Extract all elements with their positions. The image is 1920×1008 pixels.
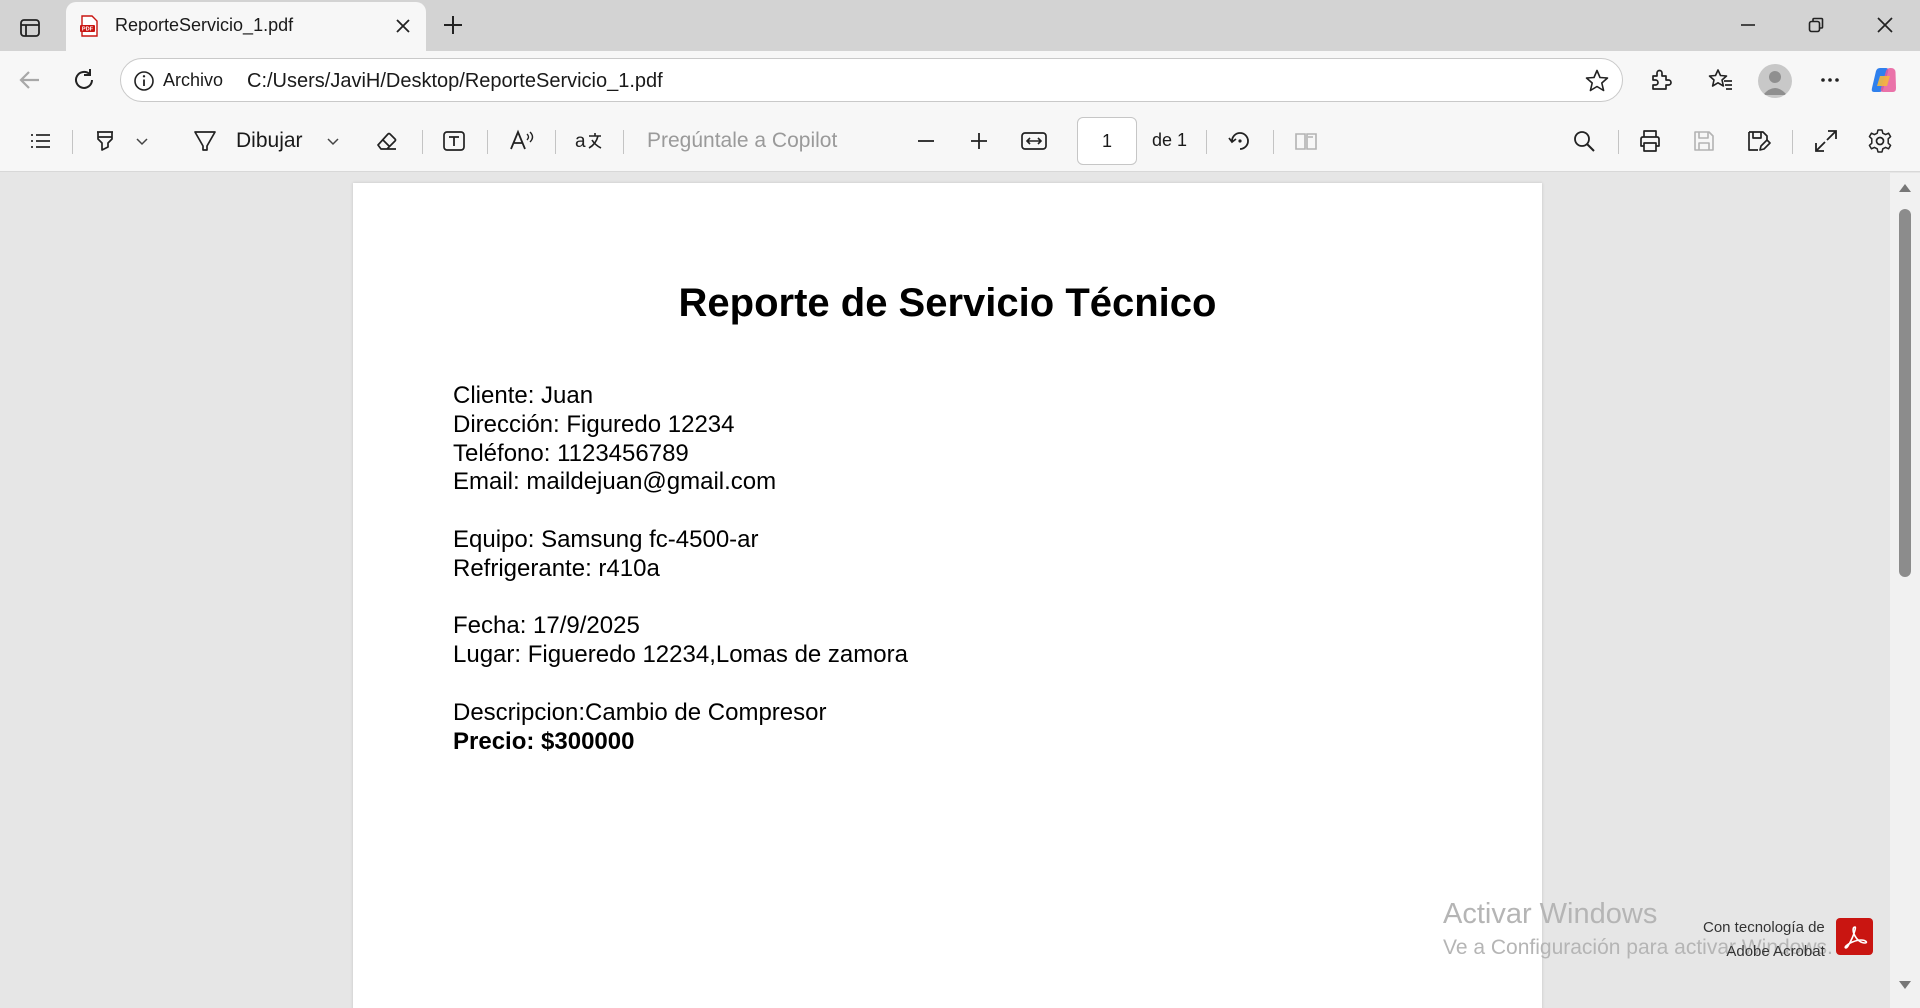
rotate-icon[interactable] [1222, 123, 1258, 159]
client-line: Cliente: Juan [453, 382, 594, 409]
zoom-out-icon[interactable] [908, 123, 944, 159]
settings-gear-icon[interactable] [1862, 123, 1898, 159]
copilot-ask-input[interactable]: Pregúntale a Copilot [647, 129, 837, 153]
eraser-icon[interactable] [370, 123, 404, 159]
tab-active[interactable]: PDF ReporteServicio_1.pdf [66, 2, 426, 51]
text-box-icon[interactable] [437, 123, 471, 159]
close-window-icon[interactable] [1850, 0, 1920, 50]
favorite-star-icon[interactable] [1584, 68, 1610, 94]
fit-width-icon[interactable] [1016, 123, 1052, 159]
scroll-up-arrow-icon[interactable] [1898, 183, 1912, 193]
scroll-down-arrow-icon[interactable] [1898, 980, 1912, 990]
draw-button-label[interactable]: Dibujar [236, 129, 303, 153]
save-as-icon[interactable] [1740, 123, 1776, 159]
powered-by-line-2: Adobe Acrobat [1726, 943, 1825, 960]
scrollbar-thumb[interactable] [1899, 209, 1911, 577]
toolbar-divider [1206, 130, 1207, 154]
highlight-icon[interactable] [88, 123, 122, 159]
phone-line: Teléfono: 1123456789 [453, 440, 689, 467]
vertical-scrollbar[interactable] [1890, 173, 1920, 1008]
pdf-page: Reporte de Servicio Técnico Cliente: Jua… [353, 183, 1542, 1008]
description-line: Descripcion:Cambio de Compresor [453, 699, 827, 726]
pdf-toolbar: Dibujar a Pregúntale a Copilot 1 de 1 [0, 110, 1920, 172]
copilot-icon[interactable] [1866, 62, 1902, 98]
toolbar-divider [422, 130, 423, 154]
page-view-icon[interactable] [1288, 123, 1324, 159]
restore-icon[interactable] [1781, 0, 1851, 50]
more-options-icon[interactable] [1812, 62, 1848, 98]
toolbar-divider [1273, 130, 1274, 154]
page-total-label: de 1 [1152, 130, 1188, 150]
refrigerant-line: Refrigerante: r410a [453, 555, 660, 582]
address-bar[interactable]: Archivo C:/Users/JaviH/Desktop/ReporteSe… [120, 58, 1623, 102]
search-icon[interactable] [1566, 123, 1602, 159]
navigation-bar: Archivo C:/Users/JaviH/Desktop/ReporteSe… [0, 51, 1920, 110]
minimize-icon[interactable] [1713, 0, 1783, 50]
price-line: Precio: $300000 [453, 728, 635, 755]
document-title: Reporte de Servicio Técnico [678, 281, 1217, 325]
pdf-file-icon: PDF [78, 15, 100, 37]
tab-title: ReporteServicio_1.pdf [115, 15, 294, 35]
toolbar-divider [72, 130, 73, 154]
tab-strip: PDF ReporteServicio_1.pdf [0, 0, 1920, 51]
tab-actions-icon[interactable] [14, 12, 46, 44]
draw-pen-icon[interactable] [188, 123, 222, 159]
close-tab-icon[interactable] [390, 13, 416, 39]
date-line: Fecha: 17/9/2025 [453, 612, 640, 639]
toolbar-divider [555, 130, 556, 154]
address-prefix: Archivo [163, 70, 224, 90]
print-icon[interactable] [1632, 123, 1668, 159]
fullscreen-icon[interactable] [1808, 123, 1844, 159]
toolbar-divider [1618, 130, 1619, 154]
document-viewport[interactable]: Reporte de Servicio Técnico Cliente: Jua… [0, 173, 1890, 1008]
page-number-input[interactable]: 1 [1077, 117, 1137, 165]
back-arrow-icon[interactable] [12, 62, 48, 98]
powered-by-line-1: Con tecnología de [1703, 919, 1825, 936]
place-line: Lugar: Figueredo 12234,Lomas de zamora [453, 641, 908, 668]
address-line: Dirección: Figuredo 12234 [453, 411, 735, 438]
toolbar-divider [623, 130, 624, 154]
activate-windows-title: Activar Windows [1443, 898, 1658, 930]
refresh-icon[interactable] [66, 62, 102, 98]
toolbar-divider [1792, 130, 1793, 154]
zoom-in-icon[interactable] [961, 123, 997, 159]
draw-chevron-down-icon[interactable] [322, 123, 344, 159]
powered-by-text: Con tecnología de Adobe Acrobat [1703, 916, 1825, 964]
equipment-line: Equipo: Samsung fc-4500-ar [453, 526, 759, 553]
url-text[interactable]: C:/Users/JaviH/Desktop/ReporteServicio_1… [247, 70, 663, 93]
profile-avatar-icon[interactable] [1758, 64, 1792, 98]
read-aloud-icon[interactable] [505, 123, 539, 159]
extensions-icon[interactable] [1643, 62, 1679, 98]
save-icon[interactable] [1686, 123, 1722, 159]
new-tab-icon[interactable] [437, 9, 469, 41]
info-icon[interactable] [133, 70, 155, 92]
email-line: Email: maildejuan@gmail.com [453, 468, 777, 495]
favorites-icon[interactable] [1703, 62, 1739, 98]
table-of-contents-icon[interactable] [22, 123, 58, 159]
adobe-acrobat-logo-icon [1836, 918, 1873, 955]
svg-text:PDF: PDF [82, 27, 94, 33]
svg-text:a: a [575, 131, 586, 152]
highlight-chevron-down-icon[interactable] [131, 123, 153, 159]
toolbar-divider [487, 130, 488, 154]
translate-icon[interactable]: a [571, 123, 607, 159]
